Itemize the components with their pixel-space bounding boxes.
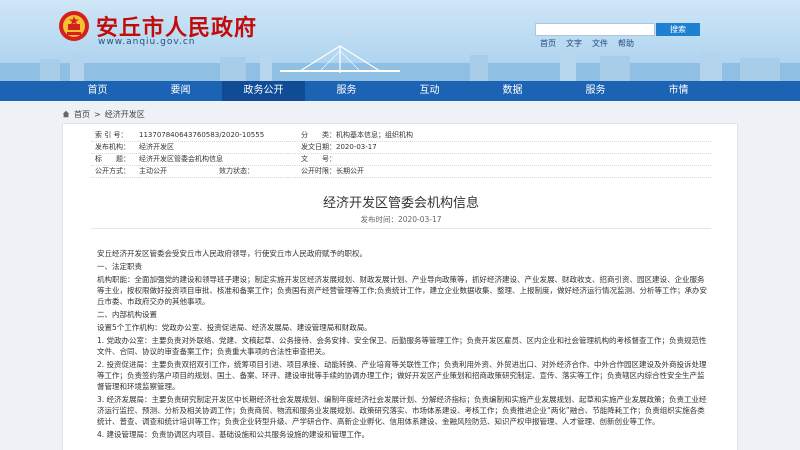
nav-item-services[interactable]: 服务 <box>305 81 388 101</box>
docno-label: 文 号： <box>295 153 336 166</box>
index-value: 11370784064376058З/2020-10555 <box>139 129 287 142</box>
title-value: 经济开发区管委会机构信息 <box>139 153 287 166</box>
nav-item-government-affairs[interactable]: 政务公开 <box>222 81 305 101</box>
article-body: 安丘经济开发区管委会受安丘市人民政府领导，行使安丘市人民政府赋予的职权。 一、法… <box>97 248 709 440</box>
breadcrumb-home[interactable]: 首页 <box>74 109 90 120</box>
paragraph: 4. 建设管理局：负责协调区内项目、基础设施和公共服务设施的建设和管理工作。 <box>97 430 370 439</box>
breadcrumb-current[interactable]: 经济开发区 <box>105 109 145 120</box>
nav-item-news[interactable]: 要闻 <box>139 81 222 101</box>
article-title: 经济开发区管委会机构信息 <box>322 196 479 211</box>
nav-item-home[interactable]: 首页 <box>56 81 139 101</box>
search-input[interactable] <box>535 23 655 36</box>
publisher-value: 经济开发区 <box>139 141 287 154</box>
paragraph: 一、法定职责 <box>97 262 142 271</box>
period-value: 长期公开 <box>336 165 711 178</box>
category-label: 分 类： <box>295 129 336 142</box>
nav-item-services-2[interactable]: 服务 <box>554 81 637 101</box>
search-button[interactable]: 搜索 <box>656 23 700 36</box>
national-emblem-icon <box>59 11 89 41</box>
paragraph: 设置5个工作机构：党政办公室、投资促进局、经济发展局、建设管理局和财政局。 <box>97 323 372 332</box>
date-value: 2020-03-17 <box>336 141 711 154</box>
info-row: 标 题： 经济开发区管委会机构信息 文 号： <box>91 153 711 166</box>
content-panel: 索 引 号： 11370784064376058З/2020-10555 分 类… <box>62 123 738 450</box>
paragraph: 机构职能：全面加强党的建设和领导班子建设；制定实施开发区经济发展规划、财政发展计… <box>97 275 708 306</box>
document-info-table: 索 引 号： 11370784064376058З/2020-10555 分 类… <box>91 129 711 178</box>
paragraph: 安丘经济开发区管委会受安丘市人民政府领导，行使安丘市人民政府赋予的职权。 <box>97 249 367 258</box>
quick-link-text[interactable]: 文字 <box>566 38 582 49</box>
period-label: 公开时限： <box>295 165 336 178</box>
nav-item-interaction[interactable]: 互动 <box>388 81 471 101</box>
divider <box>91 228 711 229</box>
title-label: 标 题： <box>91 153 139 166</box>
quick-links: 首页 文字 文件 帮助 <box>540 38 634 49</box>
breadcrumb-separator: > <box>94 109 101 119</box>
info-row: 公开方式： 主动公开 效力状态： 公开时限： 长期公开 <box>91 165 711 178</box>
breadcrumb: 首页 > 经济开发区 <box>62 107 738 121</box>
paragraph: 3. 经济发展局：主要负责研究制定开发区中长期经济社会发展规划、编制年度经济社会… <box>97 395 707 426</box>
home-icon <box>62 110 70 118</box>
quick-link-home[interactable]: 首页 <box>540 38 556 49</box>
header-banner: 安丘市人民政府 www.anqiu.gov.cn 搜索 首页 文字 文件 帮助 <box>0 0 800 81</box>
city-skyline-image <box>0 45 800 81</box>
site-url: www.anqiu.gov.cn <box>98 37 196 47</box>
nav-item-data[interactable]: 数据 <box>471 81 554 101</box>
status-value <box>287 165 295 178</box>
info-row: 索 引 号： 11370784064376058З/2020-10555 分 类… <box>91 129 711 142</box>
mode-value: 主动公开 <box>139 165 219 178</box>
paragraph: 2. 投资促进局：主要负责双招双引工作，统筹项目引进、项目承接、动能转换、产业培… <box>97 360 707 391</box>
mode-label: 公开方式： <box>91 165 139 178</box>
quick-link-help[interactable]: 帮助 <box>618 38 634 49</box>
category-value: 机构基本信息；组织机构 <box>336 129 711 142</box>
main-nav: 首页 要闻 政务公开 服务 互动 数据 服务 市情 <box>0 81 800 101</box>
quick-link-files[interactable]: 文件 <box>592 38 608 49</box>
paragraph: 二、内部机构设置 <box>97 310 157 319</box>
publish-date: 发布时间：2020-03-17 <box>360 215 442 224</box>
nav-item-city-info[interactable]: 市情 <box>637 81 720 101</box>
index-label: 索 引 号： <box>91 129 139 142</box>
info-row: 发布机构： 经济开发区 发文日期： 2020-03-17 <box>91 141 711 154</box>
paragraph: 1. 党政办公室：主要负责对外联络、党建、文稿起草、公务接待、会务安排、安全保卫… <box>97 336 707 356</box>
publisher-label: 发布机构： <box>91 141 139 154</box>
docno-value <box>336 153 711 166</box>
date-label: 发文日期： <box>295 141 336 154</box>
status-label: 效力状态： <box>219 165 287 178</box>
